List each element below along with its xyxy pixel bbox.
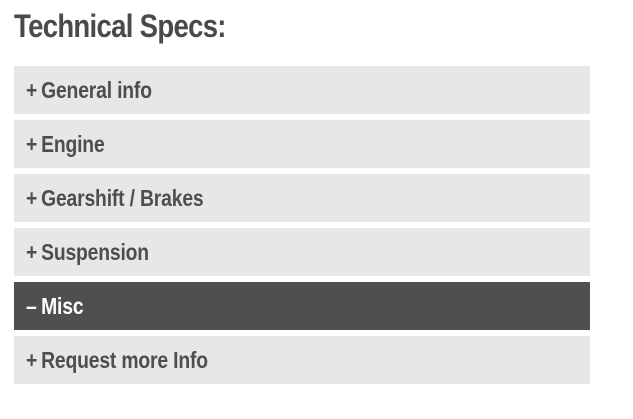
accordion-item-gearshift-brakes[interactable]: + Gearshift / Brakes bbox=[14, 174, 590, 222]
accordion-item-label: Misc bbox=[41, 292, 84, 319]
accordion-item-label: Engine bbox=[41, 130, 105, 157]
accordion-item-suspension[interactable]: + Suspension bbox=[14, 228, 590, 276]
expand-plus-icon: + bbox=[26, 346, 38, 373]
accordion-item-request-more-info[interactable]: + Request more Info bbox=[14, 336, 590, 384]
expand-plus-icon: + bbox=[26, 76, 38, 103]
specs-accordion: + General info + Engine + Gearshift / Br… bbox=[14, 66, 590, 390]
accordion-item-label: General info bbox=[41, 76, 152, 103]
accordion-item-engine[interactable]: + Engine bbox=[14, 120, 590, 168]
accordion-item-misc[interactable]: – Misc bbox=[14, 282, 590, 330]
collapse-minus-icon: – bbox=[26, 292, 37, 319]
expand-plus-icon: + bbox=[26, 184, 38, 211]
expand-plus-icon: + bbox=[26, 130, 38, 157]
accordion-item-general-info[interactable]: + General info bbox=[14, 66, 590, 114]
accordion-item-label: Suspension bbox=[41, 238, 149, 265]
expand-plus-icon: + bbox=[26, 238, 38, 265]
page-title: Technical Specs: bbox=[14, 8, 226, 44]
accordion-item-label: Gearshift / Brakes bbox=[41, 184, 204, 211]
accordion-item-label: Request more Info bbox=[41, 346, 208, 373]
